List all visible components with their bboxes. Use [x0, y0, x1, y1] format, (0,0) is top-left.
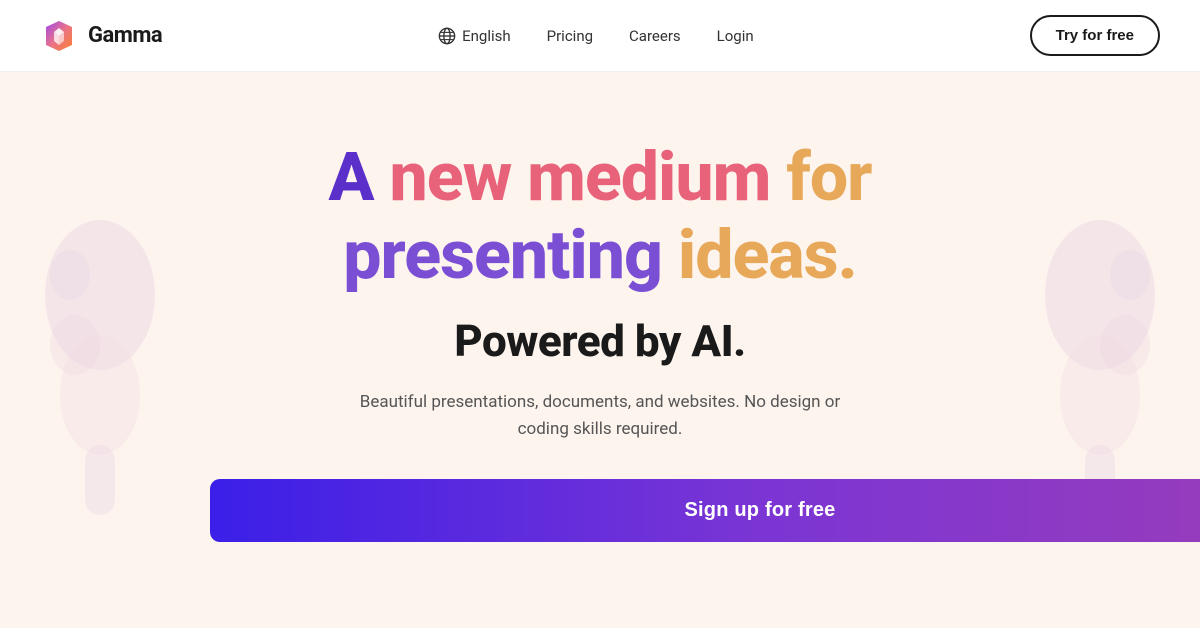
- headline-word-medium: medium: [511, 137, 786, 217]
- signup-button[interactable]: Sign up for free: [210, 479, 1200, 542]
- language-selector[interactable]: English: [438, 27, 511, 45]
- headline-word-presenting: presenting: [343, 215, 678, 295]
- globe-icon: [438, 27, 456, 45]
- nav-right: Try for free: [1030, 15, 1160, 56]
- nav-pricing[interactable]: Pricing: [547, 27, 593, 45]
- logo[interactable]: Gamma: [40, 17, 162, 55]
- hero-section: A new medium for presenting ideas. Power…: [0, 72, 1200, 628]
- nav-login[interactable]: Login: [717, 27, 754, 45]
- hero-content: A new medium for presenting ideas. Power…: [210, 138, 990, 562]
- hero-decoration-right: [1020, 175, 1180, 525]
- hero-decoration-left: [20, 175, 180, 525]
- logo-text: Gamma: [88, 23, 162, 48]
- nav-center: English Pricing Careers Login: [438, 27, 754, 45]
- headline-word-ideas: ideas.: [678, 215, 857, 295]
- nav-careers[interactable]: Careers: [629, 27, 681, 45]
- gamma-logo-icon: [40, 17, 78, 55]
- navbar: Gamma English Pricing Careers Login Try …: [0, 0, 1200, 72]
- language-label: English: [462, 27, 511, 45]
- hero-headline: A new medium for presenting ideas.: [210, 138, 990, 294]
- hero-powered-text: Powered by AI.: [210, 315, 990, 367]
- hero-subtext: Beautiful presentations, documents, and …: [210, 389, 990, 443]
- headline-word-for: for: [786, 137, 871, 217]
- try-free-button[interactable]: Try for free: [1030, 15, 1160, 56]
- headline-word-new: new: [389, 137, 511, 217]
- headline-word-a: A: [329, 137, 390, 217]
